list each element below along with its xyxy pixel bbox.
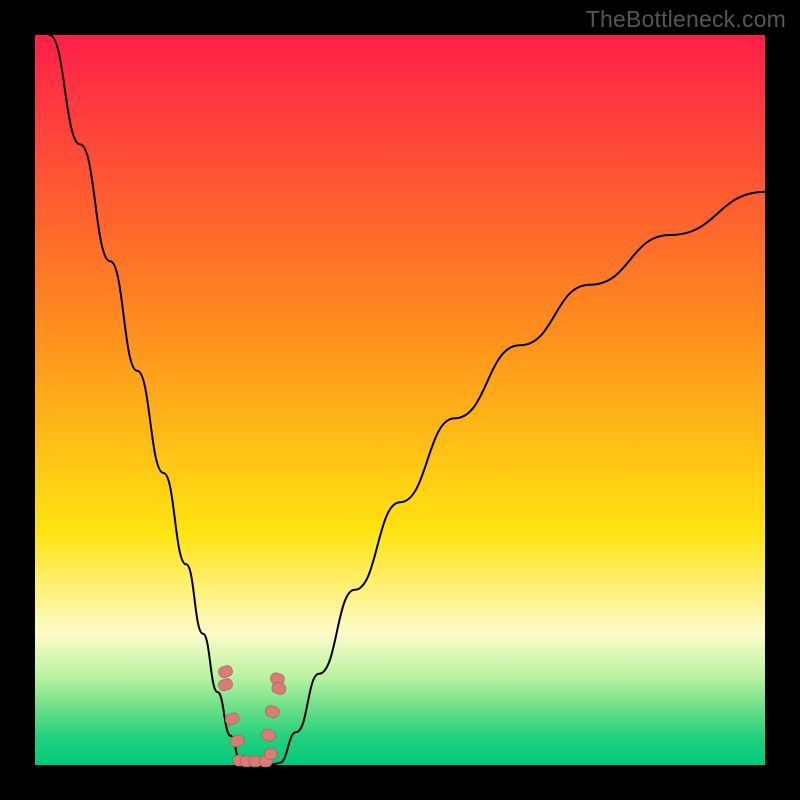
marker-stub bbox=[264, 749, 277, 760]
plot-background bbox=[35, 35, 765, 765]
chart-stage: { "watermark": "TheBottleneck.com", "col… bbox=[0, 0, 800, 800]
watermark-label: TheBottleneck.com bbox=[586, 6, 786, 33]
bottleneck-chart bbox=[0, 0, 800, 800]
